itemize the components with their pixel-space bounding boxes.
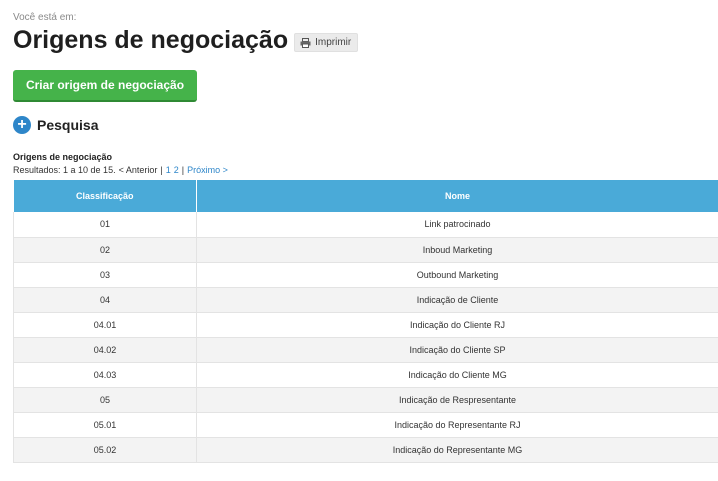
table-header-row: Classificação Nome [13, 180, 718, 212]
cell-name[interactable]: Indicação do Representante RJ [196, 412, 718, 438]
page-1-link[interactable]: 1 [166, 165, 171, 175]
cell-classification[interactable]: 04 [13, 287, 197, 313]
cell-classification[interactable]: 05 [13, 387, 197, 413]
cell-classification[interactable]: 05.01 [13, 412, 197, 438]
print-button[interactable]: Imprimir [294, 33, 359, 52]
table-row[interactable]: 05.01 Indicação do Representante RJ [13, 412, 718, 438]
table-row[interactable]: 04 Indicação de Cliente [13, 287, 718, 313]
section-title: Origens de negociação [13, 152, 113, 162]
table-row[interactable]: 05 Indicação de Respresentante [13, 387, 718, 413]
cell-classification[interactable]: 02 [13, 237, 197, 263]
printer-icon [300, 37, 311, 48]
cell-name[interactable]: Indicação do Cliente SP [196, 337, 718, 363]
cell-name[interactable]: Inboud Marketing [196, 237, 718, 263]
column-header-classification[interactable]: Classificação [13, 180, 197, 212]
pagination: Resultados: 1 a 10 de 15. < Anterior | 1… [13, 165, 228, 175]
cell-name[interactable]: Link patrocinado [196, 212, 718, 238]
cell-name[interactable]: Outbound Marketing [196, 262, 718, 288]
search-toggle[interactable]: + Pesquisa [13, 116, 98, 134]
results-count: Resultados: 1 a 10 de 15. [13, 165, 116, 175]
cell-classification[interactable]: 04.02 [13, 337, 197, 363]
cell-classification[interactable]: 04.03 [13, 362, 197, 388]
plus-circle-icon[interactable]: + [13, 116, 31, 134]
pagination-separator: | [160, 165, 163, 175]
table-row[interactable]: 02 Inboud Marketing [13, 237, 718, 263]
cell-classification[interactable]: 04.01 [13, 312, 197, 338]
previous-link[interactable]: < Anterior [119, 165, 158, 175]
origins-table: Classificação Nome 01 Link patrocinado 0… [13, 180, 718, 463]
page-2-link[interactable]: 2 [174, 165, 179, 175]
cell-classification[interactable]: 03 [13, 262, 197, 288]
cell-name[interactable]: Indicação do Representante MG [196, 437, 718, 463]
table-row[interactable]: 04.01 Indicação do Cliente RJ [13, 312, 718, 338]
table-row[interactable]: 04.02 Indicação do Cliente SP [13, 337, 718, 363]
cell-name[interactable]: Indicação do Cliente MG [196, 362, 718, 388]
next-link[interactable]: Próximo > [187, 165, 228, 175]
table-row[interactable]: 05.02 Indicação do Representante MG [13, 437, 718, 463]
pagination-separator: | [181, 165, 185, 175]
cell-classification[interactable]: 01 [13, 212, 197, 238]
column-header-name[interactable]: Nome [196, 180, 718, 212]
cell-classification[interactable]: 05.02 [13, 437, 197, 463]
create-origin-button[interactable]: Criar origem de negociação [13, 70, 197, 102]
breadcrumb: Você está em: [13, 12, 77, 23]
search-label[interactable]: Pesquisa [37, 117, 98, 133]
table-row[interactable]: 04.03 Indicação do Cliente MG [13, 362, 718, 388]
cell-name[interactable]: Indicação de Respresentante [196, 387, 718, 413]
table-row[interactable]: 03 Outbound Marketing [13, 262, 718, 288]
cell-name[interactable]: Indicação de Cliente [196, 287, 718, 313]
page-title: Origens de negociação [13, 26, 289, 54]
cell-name[interactable]: Indicação do Cliente RJ [196, 312, 718, 338]
print-label: Imprimir [315, 37, 352, 48]
title-row: Origens de negociação Imprimir [13, 26, 359, 55]
table-row[interactable]: 01 Link patrocinado [13, 212, 718, 238]
